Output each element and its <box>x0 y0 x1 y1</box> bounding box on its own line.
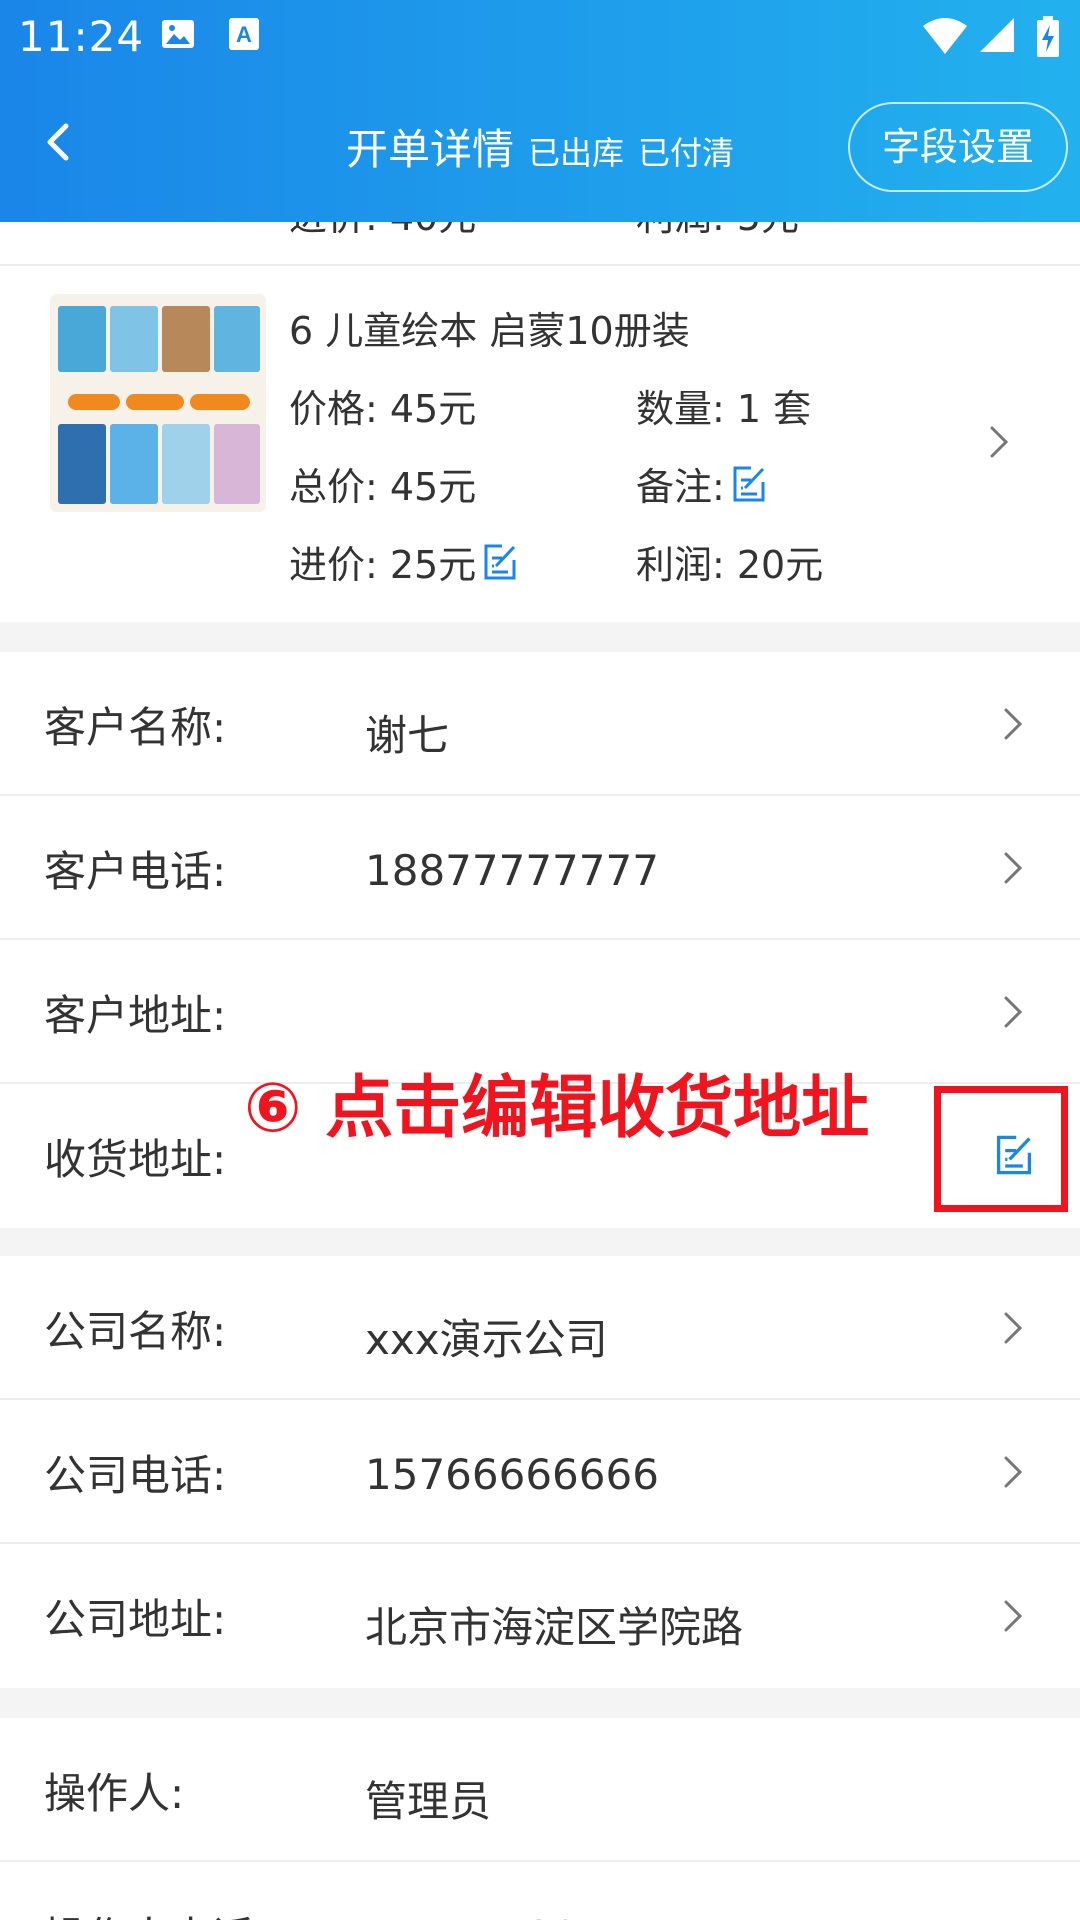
text-a-icon: A <box>228 16 260 56</box>
operator-value: 管理员 <box>365 1777 492 1826</box>
section-divider <box>0 1228 1080 1256</box>
company-address-label: 公司地址: <box>44 1595 227 1644</box>
company-phone-row[interactable]: 公司电话: 15766666666 <box>0 1400 1080 1544</box>
edit-remark-icon[interactable] <box>729 464 769 504</box>
edit-cost-icon[interactable] <box>480 542 520 582</box>
operator-phone-label: 操作人电话: <box>44 1904 268 1920</box>
company-address-row[interactable]: 公司地址: 北京市海淀区学院路 <box>0 1544 1080 1688</box>
company-name-row[interactable]: 公司名称: xxx演示公司 <box>0 1256 1080 1400</box>
image-icon <box>160 16 196 56</box>
section-divider <box>0 622 1080 652</box>
product-quantity: 数量: 1 套 <box>636 387 812 431</box>
product-thumbnail <box>50 294 266 512</box>
company-name-label: 公司名称: <box>44 1307 227 1356</box>
chevron-right-icon <box>992 1596 1032 1636</box>
operator-phone-row: 操作人电话: 15761680445 <box>0 1862 1080 1920</box>
product-cost: 进价: 25元 <box>289 534 520 589</box>
status-time: 11:24 <box>18 12 145 61</box>
chevron-right-icon <box>992 1308 1032 1348</box>
battery-charging-icon <box>1036 16 1060 62</box>
section-divider <box>0 1688 1080 1718</box>
customer-name-label: 客户名称: <box>44 703 227 752</box>
page-title: 开单详情 <box>345 125 514 174</box>
signal-icon <box>978 16 1016 58</box>
wifi-icon <box>922 16 968 60</box>
field-settings-button[interactable]: 字段设置 <box>848 102 1068 192</box>
operator-row: 操作人: 管理员 <box>0 1718 1080 1862</box>
svg-text:A: A <box>236 22 252 47</box>
edit-shipping-address-icon[interactable] <box>992 1133 1036 1177</box>
previous-cost: 进价: 40元 <box>289 222 476 241</box>
chevron-right-icon <box>992 1452 1032 1492</box>
customer-phone-row[interactable]: 客户电话: 18877777777 <box>0 796 1080 940</box>
chevron-right-icon <box>978 422 1018 462</box>
product-profit: 利润: 20元 <box>636 543 824 587</box>
status-tag-paid: 已付清 <box>638 134 735 172</box>
status-tag-outbound: 已出库 <box>527 134 624 172</box>
company-phone-value: 15766666666 <box>365 1450 659 1499</box>
app-header: 11:24 A 开单详情 已出库 已付清 字段设置 <box>0 0 1080 222</box>
product-remark-label: 备注: <box>636 465 725 509</box>
nav-bar: 开单详情 已出库 已付清 字段设置 <box>0 90 1080 200</box>
customer-phone-value: 18877777777 <box>365 846 659 895</box>
previous-profit: 利润: 5元 <box>636 222 799 241</box>
product-remark: 备注: <box>636 456 769 511</box>
company-address-value: 北京市海淀区学院路 <box>365 1603 744 1652</box>
customer-address-label: 客户地址: <box>44 991 227 1040</box>
company-phone-label: 公司电话: <box>44 1451 227 1500</box>
product-price: 价格: 45元 <box>289 387 477 431</box>
product-item[interactable]: 6 儿童绘本 启蒙10册装 价格: 45元 数量: 1 套 总价: 45元 备注… <box>0 266 1080 622</box>
product-total: 总价: 45元 <box>289 465 477 509</box>
previous-product-row: 进价: 40元 利润: 5元 <box>0 222 1080 266</box>
tutorial-annotation: ⑥ 点击编辑收货地址 <box>244 1069 870 1148</box>
product-cost-label: 进价: 25元 <box>289 543 477 587</box>
chevron-right-icon <box>992 848 1032 888</box>
customer-name-row[interactable]: 客户名称: 谢七 <box>0 652 1080 796</box>
company-name-value: xxx演示公司 <box>365 1315 608 1364</box>
chevron-right-icon <box>992 704 1032 744</box>
product-name: 6 儿童绘本 启蒙10册装 <box>289 309 690 353</box>
chevron-right-icon <box>992 992 1032 1032</box>
status-bar: 11:24 A <box>0 0 1080 80</box>
shipping-address-label: 收货地址: <box>44 1135 227 1184</box>
customer-phone-label: 客户电话: <box>44 847 227 896</box>
operator-phone-value: 15761680445 <box>365 1912 659 1920</box>
operator-label: 操作人: <box>44 1769 185 1818</box>
customer-name-value: 谢七 <box>365 711 450 760</box>
